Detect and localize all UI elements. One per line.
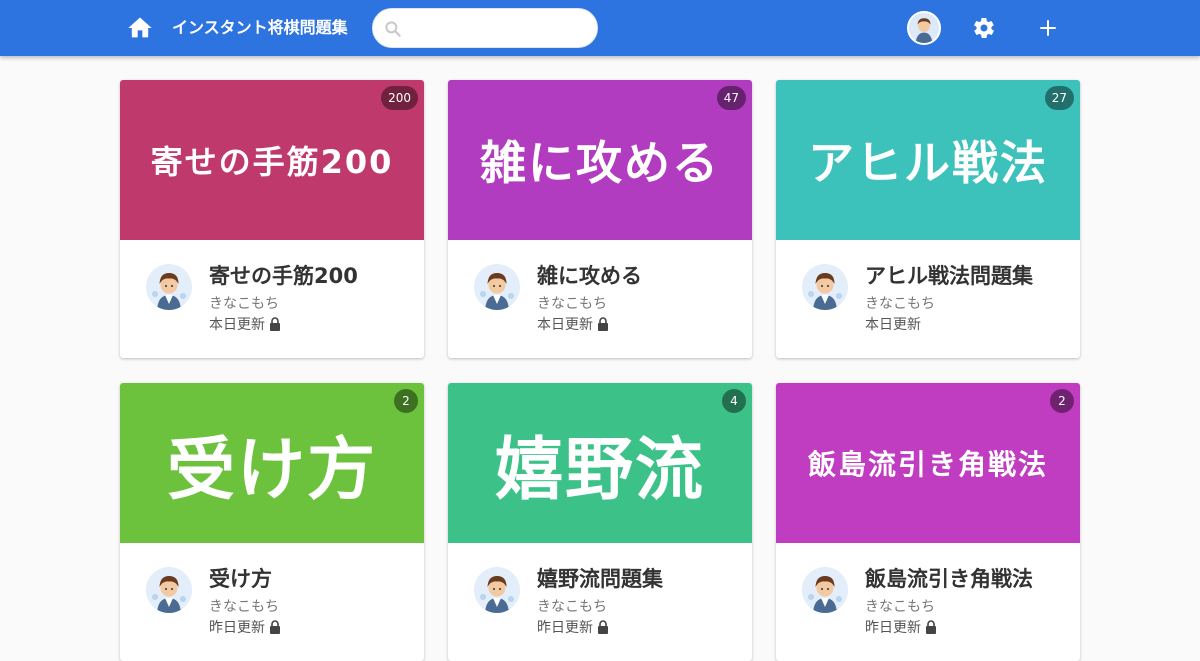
author-avatar: [146, 567, 192, 613]
author-name: きなこもち: [537, 599, 607, 615]
author-avatar: [802, 264, 848, 310]
settings-button[interactable]: [972, 16, 996, 40]
card-info: 寄せの手筋200 きなこもち本日更新: [120, 240, 424, 358]
card-cover: 雑に攻める 47: [448, 80, 752, 240]
add-button[interactable]: [1036, 16, 1060, 40]
updated-text: 昨日更新: [209, 620, 265, 636]
lock-icon: [598, 317, 608, 331]
card-cover: 寄せの手筋200 200: [120, 80, 424, 240]
cover-title: 嬉野流: [494, 430, 705, 510]
card-title: 受け方: [209, 567, 272, 591]
updated-text: 昨日更新: [537, 620, 593, 636]
card-title: 寄せの手筋200: [209, 264, 358, 288]
problem-count-badge: 47: [716, 86, 746, 110]
author-name: きなこもち: [209, 296, 279, 312]
problem-set-card[interactable]: 飯島流引き角戦法 2 飯島流引き角戦法きなこもち昨日更新: [776, 383, 1080, 661]
updated-status: 本日更新: [537, 315, 609, 335]
card-title: 嬉野流問題集: [537, 567, 663, 591]
author-name: きなこもち: [209, 599, 279, 615]
author-avatar: [474, 567, 520, 613]
home-button[interactable]: [126, 14, 154, 42]
problem-count-badge: 2: [394, 389, 418, 413]
card-info: 飯島流引き角戦法きなこもち昨日更新: [776, 543, 1080, 661]
cover-title: 飯島流引き角戦法: [807, 448, 1048, 481]
updated-status: 本日更新: [209, 315, 281, 335]
problem-count-badge: 200: [381, 86, 418, 110]
author-avatar: [474, 264, 520, 310]
card-title: 雑に攻める: [537, 264, 642, 288]
author-avatar: [802, 567, 848, 613]
card-cover: アヒル戦法 27: [776, 80, 1080, 240]
app-title-link[interactable]: インスタント将棋問題集: [172, 17, 348, 39]
updated-text: 昨日更新: [865, 620, 921, 636]
card-cover: 受け方 2: [120, 383, 424, 543]
problem-set-card[interactable]: アヒル戦法 27 アヒル戦法問題集きなこもち本日更新: [776, 80, 1080, 358]
updated-status: 昨日更新: [865, 618, 937, 638]
updated-status: 昨日更新: [537, 618, 609, 638]
card-cover: 飯島流引き角戦法 2: [776, 383, 1080, 543]
avatar-icon: [909, 13, 939, 43]
author-name: きなこもち: [865, 599, 935, 615]
cover-title: 寄せの手筋200: [150, 143, 394, 181]
card-info: アヒル戦法問題集きなこもち本日更新: [776, 240, 1080, 358]
author-avatar: [146, 264, 192, 310]
search-input[interactable]: [411, 16, 587, 42]
search-box[interactable]: [372, 8, 598, 48]
gear-icon: [974, 17, 994, 39]
user-avatar-button[interactable]: [907, 11, 941, 45]
plus-icon: [1040, 20, 1056, 36]
card-info: 受け方きなこもち昨日更新: [120, 543, 424, 661]
problem-set-card[interactable]: 雑に攻める 47 雑に攻めるきなこもち本日更新: [448, 80, 752, 358]
updated-text: 本日更新: [865, 317, 921, 333]
cover-title: 雑に攻める: [480, 136, 720, 190]
lock-icon: [270, 620, 280, 634]
card-title: 飯島流引き角戦法: [865, 567, 1033, 591]
updated-text: 本日更新: [537, 317, 593, 333]
problem-set-card[interactable]: 寄せの手筋200 200 寄せの手筋200 きなこもち本日更新: [120, 80, 424, 358]
updated-text: 本日更新: [209, 317, 265, 333]
card-info: 雑に攻めるきなこもち本日更新: [448, 240, 752, 358]
problem-set-card[interactable]: 嬉野流 4 嬉野流問題集きなこもち昨日更新: [448, 383, 752, 661]
home-icon: [128, 17, 152, 38]
cover-title: アヒル戦法: [808, 136, 1048, 190]
cover-title: 受け方: [166, 430, 377, 510]
author-name: きなこもち: [537, 296, 607, 312]
problem-count-badge: 2: [1050, 389, 1074, 413]
lock-icon: [926, 620, 936, 634]
search-icon: [385, 21, 401, 37]
author-name: きなこもち: [865, 296, 935, 312]
updated-status: 昨日更新: [209, 618, 281, 638]
updated-status: 本日更新: [865, 315, 921, 335]
app-bar: インスタント将棋問題集: [0, 0, 1200, 56]
lock-icon: [598, 620, 608, 634]
card-title: アヒル戦法問題集: [865, 264, 1033, 288]
problem-count-badge: 27: [1044, 86, 1074, 110]
card-cover: 嬉野流 4: [448, 383, 752, 543]
problem-set-card[interactable]: 受け方 2 受け方きなこもち昨日更新: [120, 383, 424, 661]
card-info: 嬉野流問題集きなこもち昨日更新: [448, 543, 752, 661]
lock-icon: [270, 317, 280, 331]
problem-count-badge: 4: [722, 389, 746, 413]
